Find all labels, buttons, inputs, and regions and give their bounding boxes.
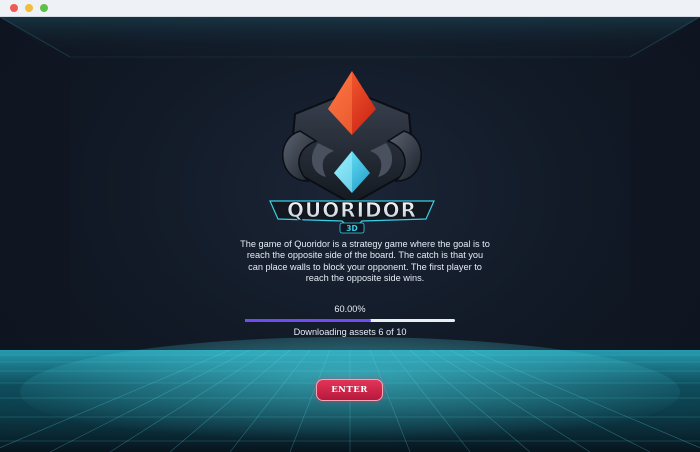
game-scene: QUORIDOR 3D The game of Quoridor is a st… [0,17,700,452]
minimize-window-button[interactable] [25,4,33,12]
logo-subtitle: 3D [346,224,357,233]
maximize-window-button[interactable] [40,4,48,12]
logo-title: QUORIDOR [287,198,417,222]
enter-button[interactable]: ENTER [316,379,383,401]
quoridor-logo: QUORIDOR 3D [269,71,435,234]
loading-status: Downloading assets 6 of 10 [293,327,407,337]
loading-percent: 60.00% [334,304,366,314]
window-titlebar [0,0,700,17]
loading-progress-bar [245,319,455,322]
close-window-button[interactable] [10,4,18,12]
loading-progress-fill [245,319,371,322]
app-window: QUORIDOR 3D The game of Quoridor is a st… [0,0,700,452]
game-description: The game of Quoridor is a strategy game … [240,239,490,284]
